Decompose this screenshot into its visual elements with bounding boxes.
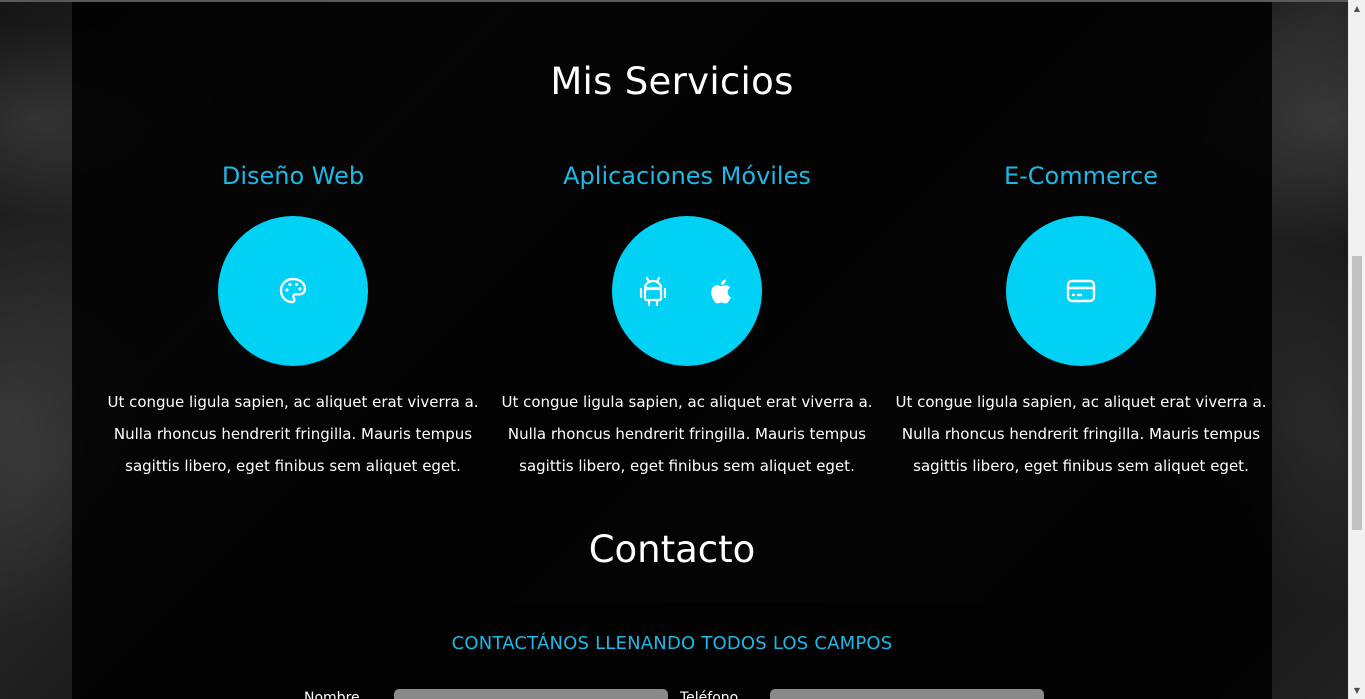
credit-card-icon bbox=[1064, 274, 1098, 308]
service-name: Aplicaciones Móviles bbox=[563, 162, 811, 190]
service-description: Ut congue ligula sapien, ac aliquet erat… bbox=[895, 393, 1267, 475]
main-content-panel: Mis Servicios Diseño Web Ut congue ligul… bbox=[72, 2, 1272, 699]
apple-icon bbox=[704, 274, 738, 308]
phone-label: Teléfono bbox=[680, 690, 739, 699]
name-label: Nombre bbox=[304, 690, 360, 699]
form-heading: CONTACTÁNOS LLENANDO TODOS LOS CAMPOS bbox=[451, 633, 893, 654]
name-field[interactable] bbox=[394, 689, 668, 699]
android-icon bbox=[636, 274, 670, 308]
scroll-down-arrow-icon[interactable]: ▼ bbox=[1349, 682, 1365, 699]
service-icon-circle bbox=[612, 216, 762, 366]
scroll-up-arrow-icon[interactable]: ▲ bbox=[1349, 0, 1365, 17]
service-card-ecommerce: E-Commerce Ut congue ligula sapien, ac a… bbox=[884, 158, 1278, 482]
scrollbar-thumb[interactable] bbox=[1352, 256, 1362, 530]
palette-icon bbox=[276, 274, 310, 308]
phone-field[interactable] bbox=[770, 689, 1044, 699]
service-icon-circle bbox=[1006, 216, 1156, 366]
service-card-mobile-apps: Aplicaciones Móviles Ut congue ligula sa… bbox=[490, 158, 884, 482]
service-name: E-Commerce bbox=[1003, 162, 1159, 190]
contact-form: CONTACTÁNOS LLENANDO TODOS LOS CAMPOS No… bbox=[272, 602, 1072, 699]
service-description: Ut congue ligula sapien, ac aliquet erat… bbox=[107, 393, 479, 475]
vertical-scrollbar[interactable]: ▲ ▼ bbox=[1348, 0, 1365, 699]
service-description: Ut congue ligula sapien, ac aliquet erat… bbox=[501, 393, 873, 475]
contact-title: Contacto bbox=[588, 528, 756, 571]
service-card-web-design: Diseño Web Ut congue ligula sapien, ac a… bbox=[96, 158, 490, 482]
service-name: Diseño Web bbox=[221, 162, 365, 190]
service-icon-circle bbox=[218, 216, 368, 366]
services-title: Mis Servicios bbox=[550, 60, 794, 103]
